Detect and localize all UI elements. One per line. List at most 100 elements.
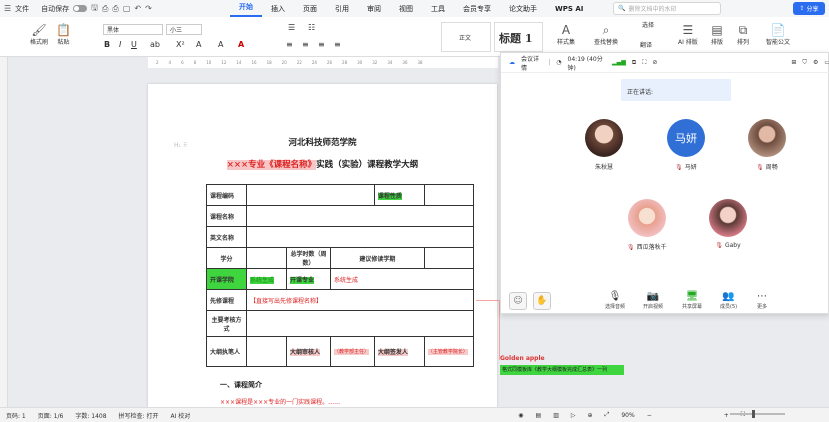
video-button[interactable]: 📷 开启视频: [643, 291, 663, 310]
print-icon[interactable]: ⎙: [112, 4, 118, 14]
members-button[interactable]: 👥 成员(5): [720, 291, 737, 310]
search-box[interactable]: 🔍 删除文档中的水印: [613, 2, 721, 15]
find-replace-button[interactable]: ⌕ 查找替换: [594, 23, 618, 46]
read-view-icon[interactable]: ▥: [547, 412, 565, 419]
word-count[interactable]: 字数: 1408: [69, 411, 112, 420]
smart-doc-button[interactable]: 📄 智能公文: [766, 23, 790, 46]
zoom-slider[interactable]: [730, 413, 785, 415]
web-view-icon[interactable]: ⊕: [582, 412, 599, 419]
tab-review[interactable]: 审阅: [358, 4, 390, 14]
tab-insert[interactable]: 插入: [262, 4, 294, 14]
window-icon[interactable]: ⧉: [632, 59, 636, 67]
audio-button[interactable]: 🎙 选择音频: [605, 291, 625, 310]
text-color-button[interactable]: A: [238, 40, 244, 49]
more-button[interactable]: ⋯ 更多: [757, 291, 767, 310]
format-painter-button[interactable]: 🖌 格式刷: [30, 23, 48, 46]
participant-tile[interactable]: 马妍 🎙 马妍: [667, 119, 705, 171]
record-icon[interactable]: ⊘: [652, 59, 657, 66]
eye-icon[interactable]: ◉: [512, 412, 529, 419]
tab-tools[interactable]: 工具: [422, 4, 454, 14]
style-normal[interactable]: 正文: [441, 22, 491, 52]
align-left-icon[interactable]: ≡: [286, 40, 293, 49]
cell-empty[interactable]: [246, 184, 375, 206]
tab-reference[interactable]: 引用: [326, 4, 358, 14]
redo-icon[interactable]: ↷: [145, 4, 152, 13]
share-screen-button[interactable]: 🖥 共享屏幕: [682, 291, 702, 310]
style-heading-1[interactable]: 标题 1: [494, 22, 543, 52]
number-list-icon[interactable]: ☷: [308, 23, 315, 32]
section-heading: 一、课程简介: [220, 380, 262, 389]
participant-name: 周畅: [765, 164, 778, 171]
cell-empty[interactable]: [423, 184, 475, 206]
emoji-button[interactable]: ☺: [509, 292, 527, 310]
page-number[interactable]: 页码: 1: [0, 411, 32, 420]
course-info-table[interactable]: 课程编码 课程性质 课程名称 英文名称 学分 总学时数（周数） 建议修读学期 开…: [206, 184, 475, 367]
fit-icon[interactable]: ⤢: [599, 411, 616, 419]
superscript-button[interactable]: X²: [176, 40, 185, 49]
page-count[interactable]: 页面: 1/6: [32, 411, 70, 420]
font-color-button[interactable]: A: [196, 40, 201, 49]
spell-check[interactable]: 拼写检查: 打开: [113, 411, 165, 420]
bold-button[interactable]: B: [104, 40, 110, 49]
align-center-icon[interactable]: ≡: [302, 40, 309, 49]
cell-empty[interactable]: [246, 226, 474, 248]
raise-hand-button[interactable]: ✋: [533, 292, 551, 310]
pdf-icon[interactable]: ⎙: [102, 4, 108, 14]
participant-tile[interactable]: 🎙 Gaby: [709, 199, 747, 249]
layout-button[interactable]: ▤ 排版: [711, 23, 723, 46]
share-button[interactable]: ⇪ 分享: [793, 2, 825, 15]
minimize-icon[interactable]: ▭: [824, 59, 829, 66]
cell-empty[interactable]: [246, 310, 474, 337]
zoom-slider-handle[interactable]: [752, 410, 755, 418]
comment-text[interactable]: 格式同模板库《教学大纲模板完成汇总表》一列: [500, 365, 624, 375]
zoom-value[interactable]: 90%: [615, 412, 640, 419]
bullet-list-icon[interactable]: ☰: [288, 23, 295, 32]
italic-button[interactable]: I: [119, 40, 121, 49]
tab-member[interactable]: 会员专享: [454, 4, 500, 14]
file-menu[interactable]: 文件: [15, 4, 29, 14]
strikethrough-button[interactable]: ab: [150, 40, 160, 49]
participant-tile[interactable]: 朱秋慧: [585, 119, 623, 171]
cell-empty[interactable]: [246, 205, 474, 227]
ruler[interactable]: 2 4 6 8 10 12 14 16 18 20 22 24 26 28 30 32 34 36 38: [148, 57, 498, 68]
ai-proofread[interactable]: AI 校对: [164, 411, 196, 420]
tab-paper-assistant[interactable]: 论文助手: [500, 4, 546, 14]
zoom-out-icon[interactable]: −: [641, 412, 658, 419]
font-name-select[interactable]: 黑体: [103, 24, 163, 35]
meeting-details-button[interactable]: 会议详情: [521, 54, 542, 72]
paste-button[interactable]: 📋 粘贴: [56, 23, 71, 46]
menu-icon[interactable]: ☰: [4, 4, 11, 13]
undo-icon[interactable]: ↶: [134, 4, 141, 13]
align-right-icon[interactable]: ≡: [318, 40, 325, 49]
save-icon[interactable]: 🖫: [91, 2, 98, 16]
cell-empty[interactable]: [246, 336, 287, 367]
select-button[interactable]: 选择: [642, 20, 654, 29]
meeting-panel[interactable]: ☁ 会议详情 | ◔ 04:19 (40分钟) ▂▄▆ ⧉ ⛶ ⊘ ⊞ ⛉ ⚙ …: [500, 52, 829, 314]
style-set-button[interactable]: A 样式集: [557, 23, 575, 46]
tab-wps-ai[interactable]: WPS AI: [546, 5, 592, 13]
participant-tile[interactable]: 🎙 西瓜落秋千: [627, 199, 667, 251]
page-view-icon[interactable]: ▤: [530, 412, 548, 419]
autosave-toggle[interactable]: [73, 5, 88, 12]
underline-button[interactable]: U: [131, 40, 137, 49]
tab-view[interactable]: 视图: [390, 4, 422, 14]
font-size-select[interactable]: 小三: [166, 24, 202, 35]
document-page[interactable]: H₁ ⠿ 河北科技师范学院 ×××专业《课程名称》实践（实验）课程教学大纲 课程…: [148, 84, 497, 407]
ai-layout-button[interactable]: ☰ AI 排版: [678, 23, 698, 46]
video-label: 开启视频: [643, 304, 664, 310]
highlight-button[interactable]: A: [218, 40, 223, 49]
play-icon[interactable]: ▷: [565, 412, 582, 419]
cell-empty[interactable]: [246, 247, 287, 269]
arrange-button[interactable]: ⧉ 排列: [737, 23, 749, 46]
participant-tile[interactable]: 🎙 周畅: [748, 119, 786, 171]
justify-icon[interactable]: ≡: [334, 40, 341, 49]
ratio-icon[interactable]: ⛶: [642, 59, 646, 67]
shield-icon[interactable]: ⛉: [802, 59, 807, 67]
cell-empty[interactable]: [423, 247, 475, 269]
tab-home[interactable]: 开始: [230, 0, 262, 17]
gear-icon[interactable]: ⚙: [813, 59, 818, 66]
tab-page[interactable]: 页面: [294, 4, 326, 14]
translate-button[interactable]: 翻译: [640, 40, 652, 49]
preview-icon[interactable]: ▢: [123, 4, 131, 13]
layout-grid-icon[interactable]: ⊞: [791, 59, 796, 66]
